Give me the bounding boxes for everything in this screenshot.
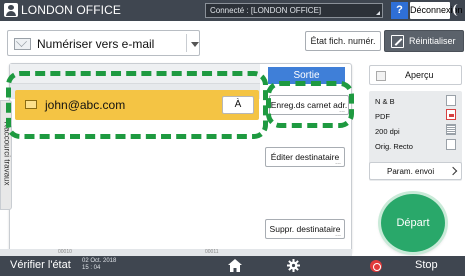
- check-status-button[interactable]: Vérifier l'état: [10, 259, 71, 271]
- preview-toggle[interactable]: Aperçu: [369, 65, 462, 85]
- user-icon[interactable]: [4, 3, 18, 17]
- save-button-highlight: [266, 81, 354, 128]
- strip-label: 00010: [58, 249, 72, 255]
- help-button[interactable]: ?: [391, 2, 408, 19]
- reset-label: Réinitialiser: [409, 36, 456, 46]
- scan-mode-label: Numériser vers e-mail: [37, 37, 155, 51]
- scan-mode-dropdown[interactable]: Numériser vers e-mail: [7, 30, 200, 56]
- resolution-setting: 200 dpi: [375, 127, 400, 136]
- bw-icon: [446, 95, 456, 106]
- dropdown-arrow-icon: [191, 42, 199, 47]
- date-time: 02 Oct. 2018 15 : 04: [82, 258, 116, 272]
- panel-bottom-strip: 00010 00011: [0, 249, 352, 256]
- file-type-setting: PDF: [375, 112, 390, 121]
- stop-button[interactable]: Stop: [415, 259, 438, 271]
- home-icon[interactable]: [228, 259, 242, 272]
- send-params-button[interactable]: Param. envoi: [369, 162, 462, 180]
- date: 02 Oct. 2018: [82, 258, 117, 264]
- strip-label: 00011: [205, 249, 219, 255]
- envelope-icon: [14, 38, 31, 50]
- pdf-icon: [446, 109, 456, 120]
- reset-pen-icon: [391, 35, 404, 48]
- preview-checkbox[interactable]: [376, 71, 386, 81]
- office-name: LONDON OFFICE: [21, 3, 121, 17]
- delete-destination-button[interactable]: Suppr. destinataire: [265, 219, 345, 244]
- destination-highlight: [6, 71, 268, 139]
- send-params-label: Param. envoi: [387, 167, 435, 176]
- color-mode-setting: N & B: [375, 97, 395, 106]
- dropdown-separator: [186, 34, 187, 52]
- gear-icon[interactable]: [287, 259, 300, 272]
- top-bar: LONDON OFFICE Connecté : [LONDON OFFICE]…: [0, 0, 465, 21]
- resolution-icon: [446, 124, 456, 135]
- stop-icon[interactable]: [370, 260, 382, 272]
- night-mode-icon[interactable]: [453, 4, 463, 16]
- edit-destination-button[interactable]: Éditer destinataire: [265, 147, 345, 172]
- reset-button[interactable]: Réinitialiser: [384, 30, 464, 52]
- file-state-button[interactable]: État fich. numér.: [305, 31, 381, 51]
- chevron-right-icon: [448, 166, 458, 176]
- start-button[interactable]: Départ: [381, 194, 445, 252]
- preview-label: Aperçu: [405, 70, 434, 80]
- logout-button[interactable]: Déconnexion: [410, 2, 463, 19]
- settings-panel: Aperçu N & B PDF 200 dpi Orig. Recto Par…: [364, 61, 464, 186]
- bottom-bar: Vérifier l'état 02 Oct. 2018 15 : 04 Sto…: [0, 256, 465, 276]
- connection-status[interactable]: Connecté : [LONDON OFFICE]: [205, 3, 383, 18]
- one-sided-icon: [446, 139, 456, 150]
- original-setting: Orig. Recto: [375, 142, 413, 151]
- time: 15 : 04: [82, 265, 101, 271]
